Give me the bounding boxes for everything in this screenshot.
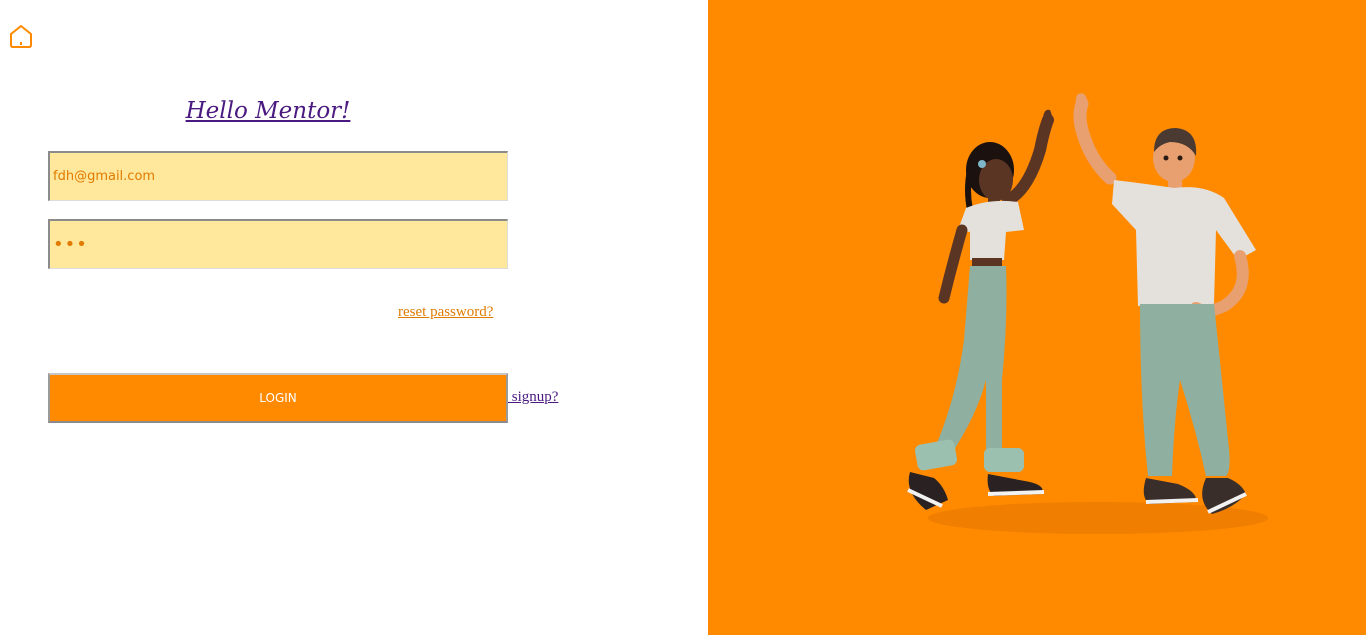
page-title[interactable]: Hello Mentor! xyxy=(0,98,536,124)
email-field[interactable] xyxy=(48,151,508,201)
reset-password-link[interactable]: reset password? xyxy=(398,304,493,321)
password-field[interactable] xyxy=(48,219,508,269)
signup-link[interactable]: signup? xyxy=(508,389,559,406)
high-five-people-illustration xyxy=(907,93,1268,534)
login-button[interactable]: LOGIN xyxy=(48,373,508,423)
home-icon[interactable] xyxy=(8,23,34,49)
illustration-panel xyxy=(708,0,1366,635)
login-panel: Hello Mentor! reset password? LOGIN sign… xyxy=(0,0,708,635)
